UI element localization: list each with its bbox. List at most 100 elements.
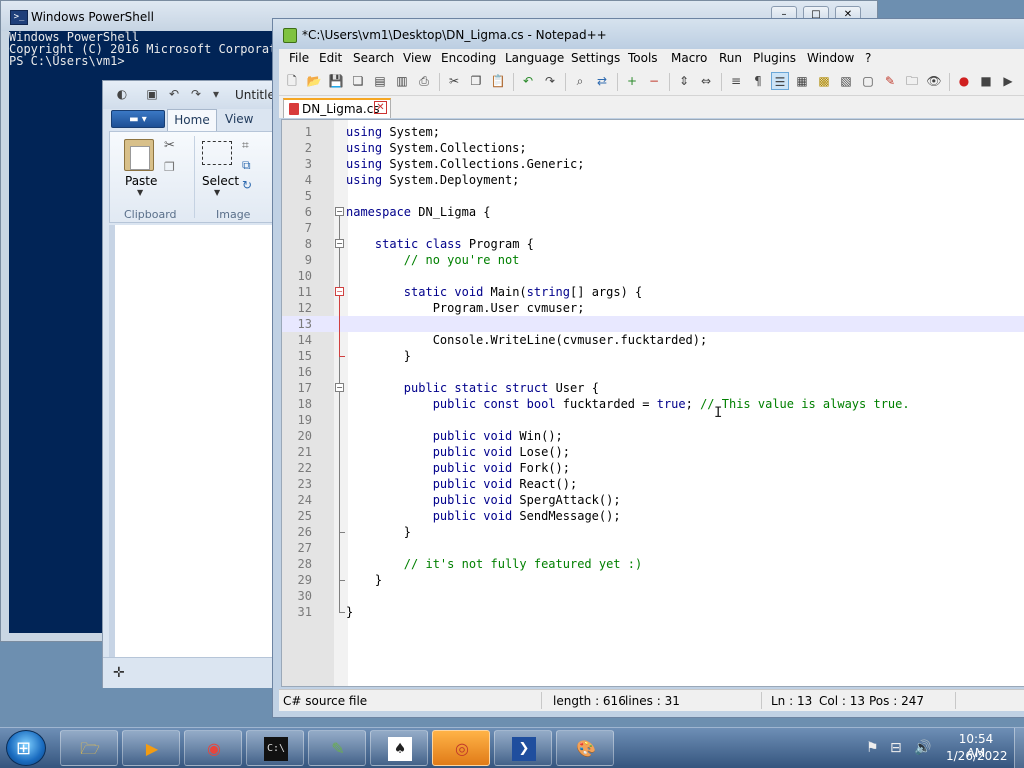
function-list-icon[interactable]: ▧: [837, 72, 855, 90]
taskbar-explorer[interactable]: 🗁: [60, 730, 118, 766]
code-line[interactable]: 10: [282, 268, 1024, 284]
code-line[interactable]: 24 public void SpergAttack();: [282, 492, 1024, 508]
code-line[interactable]: 15 }: [282, 348, 1024, 364]
copy-icon[interactable]: ❐: [467, 72, 485, 90]
replace-icon[interactable]: ⇄: [593, 72, 611, 90]
taskbar-powershell[interactable]: ❯: [494, 730, 552, 766]
menu-macro[interactable]: Macro: [671, 51, 707, 65]
redo-icon[interactable]: ↷: [189, 87, 203, 101]
code-line[interactable]: 28 // it's not fully featured yet :): [282, 556, 1024, 572]
network-icon[interactable]: ⊟: [890, 740, 902, 756]
code-editor[interactable]: 1 using System; 2 using System.Collections;…: [281, 119, 1024, 687]
tab-view[interactable]: View: [225, 112, 253, 126]
code-line[interactable]: 29 }: [282, 572, 1024, 588]
taskbar-firefox[interactable]: ◎: [432, 730, 490, 766]
folder-as-workspace-icon[interactable]: ▢: [859, 72, 877, 90]
undo-icon[interactable]: ↶: [519, 72, 537, 90]
code-line[interactable]: 9 // no you're not: [282, 252, 1024, 268]
sync-horizontal-icon[interactable]: ⇔: [697, 72, 715, 90]
notepadpp-title-bar[interactable]: *C:\Users\vm1\Desktop\DN_Ligma.cs - Note…: [273, 19, 1024, 49]
tab-home[interactable]: Home: [167, 109, 217, 131]
fold-toggle-icon[interactable]: −: [335, 383, 344, 392]
paste-dropdown-icon[interactable]: ▼: [137, 188, 143, 197]
select-dropdown-icon[interactable]: ▼: [214, 188, 220, 197]
code-line[interactable]: 2 using System.Collections;: [282, 140, 1024, 156]
record-macro-icon[interactable]: ●: [955, 72, 973, 90]
document-tab[interactable]: DN_Ligma.cs ✕: [283, 98, 391, 118]
play-macro-icon[interactable]: ▶: [999, 72, 1017, 90]
menu-language[interactable]: Language: [505, 51, 564, 65]
taskbar-solitaire[interactable]: ♠: [370, 730, 428, 766]
monitoring-icon[interactable]: 🗀: [903, 72, 921, 90]
stop-record-icon[interactable]: ■: [977, 72, 995, 90]
paste-icon[interactable]: [124, 139, 154, 171]
save-icon[interactable]: 💾: [327, 72, 345, 90]
redo-icon[interactable]: ↷: [541, 72, 559, 90]
code-line[interactable]: 16: [282, 364, 1024, 380]
select-icon[interactable]: [202, 141, 232, 165]
sync-vertical-icon[interactable]: ⇕: [675, 72, 693, 90]
zoom-in-icon[interactable]: +: [623, 72, 641, 90]
language-icon[interactable]: ▦: [793, 72, 811, 90]
preview-icon[interactable]: 👁: [925, 72, 943, 90]
volume-icon[interactable]: 🔊: [914, 740, 931, 756]
code-line[interactable]: 18 public const bool fucktarded = true; …: [282, 396, 1024, 412]
indent-guide-icon[interactable]: ☰: [771, 72, 789, 90]
resize-icon[interactable]: ⧉: [242, 158, 251, 173]
customize-qat-icon[interactable]: ▾: [209, 87, 223, 101]
code-line[interactable]: 4 using System.Deployment;: [282, 172, 1024, 188]
fold-toggle-icon[interactable]: −: [335, 207, 344, 216]
code-line[interactable]: 22 public void Fork();: [282, 460, 1024, 476]
menu-file[interactable]: File: [289, 51, 309, 65]
find-icon[interactable]: ⌕: [571, 72, 589, 90]
taskbar-notepadpp[interactable]: ✎: [308, 730, 366, 766]
doc-list-icon[interactable]: ✎: [881, 72, 899, 90]
fold-toggle-icon[interactable]: −: [335, 239, 344, 248]
paste-icon[interactable]: 📋: [489, 72, 507, 90]
menu-window[interactable]: Window: [807, 51, 854, 65]
close-all-icon[interactable]: ▥: [393, 72, 411, 90]
code-line[interactable]: 23 public void React();: [282, 476, 1024, 492]
action-center-icon[interactable]: ⚑: [866, 740, 879, 756]
code-line[interactable]: 1 using System;: [282, 124, 1024, 140]
doc-map-icon[interactable]: ▩: [815, 72, 833, 90]
code-line[interactable]: 31}: [282, 604, 1024, 620]
paste-button[interactable]: Paste: [125, 174, 157, 188]
paint-canvas[interactable]: [115, 225, 279, 657]
save-all-icon[interactable]: ❏: [349, 72, 367, 90]
code-line[interactable]: 27: [282, 540, 1024, 556]
taskbar-chrome[interactable]: ◉: [184, 730, 242, 766]
save-icon[interactable]: ▣: [145, 87, 159, 101]
cut-icon[interactable]: ✂: [164, 138, 175, 153]
rotate-icon[interactable]: ↻: [242, 178, 252, 192]
cut-icon[interactable]: ✂: [445, 72, 463, 90]
menu-tools[interactable]: Tools: [628, 51, 658, 65]
zoom-out-icon[interactable]: −: [645, 72, 663, 90]
code-line[interactable]: 30: [282, 588, 1024, 604]
show-desktop-button[interactable]: [1014, 728, 1024, 768]
new-file-icon[interactable]: 🗋: [283, 72, 301, 90]
code-line[interactable]: 7: [282, 220, 1024, 236]
copy-icon[interactable]: ❐: [164, 160, 175, 174]
code-line[interactable]: 17 public static struct User {: [282, 380, 1024, 396]
menu-edit[interactable]: Edit: [319, 51, 342, 65]
start-button[interactable]: ⊞: [6, 730, 46, 766]
code-line[interactable]: 26 }: [282, 524, 1024, 540]
taskbar-media-player[interactable]: ▶: [122, 730, 180, 766]
taskbar-cmd[interactable]: C:\: [246, 730, 304, 766]
paint-file-menu-button[interactable]: ▬ ▾: [111, 110, 165, 128]
code-line[interactable]: 12 Program.User cvmuser;: [282, 300, 1024, 316]
undo-icon[interactable]: ↶: [167, 87, 181, 101]
menu-help[interactable]: ?: [865, 51, 871, 65]
print-icon[interactable]: ⎙: [415, 72, 433, 90]
close-file-icon[interactable]: ▤: [371, 72, 389, 90]
code-line[interactable]: 13: [282, 316, 1024, 332]
code-line[interactable]: 8 static class Program {: [282, 236, 1024, 252]
clock-date[interactable]: 1/26/2022: [946, 749, 1008, 763]
menu-search[interactable]: Search: [353, 51, 394, 65]
menu-settings[interactable]: Settings: [571, 51, 620, 65]
code-line[interactable]: 5: [282, 188, 1024, 204]
menu-encoding[interactable]: Encoding: [441, 51, 496, 65]
code-line[interactable]: 6 namespace DN_Ligma {: [282, 204, 1024, 220]
code-line[interactable]: 11 static void Main(string[] args) {: [282, 284, 1024, 300]
